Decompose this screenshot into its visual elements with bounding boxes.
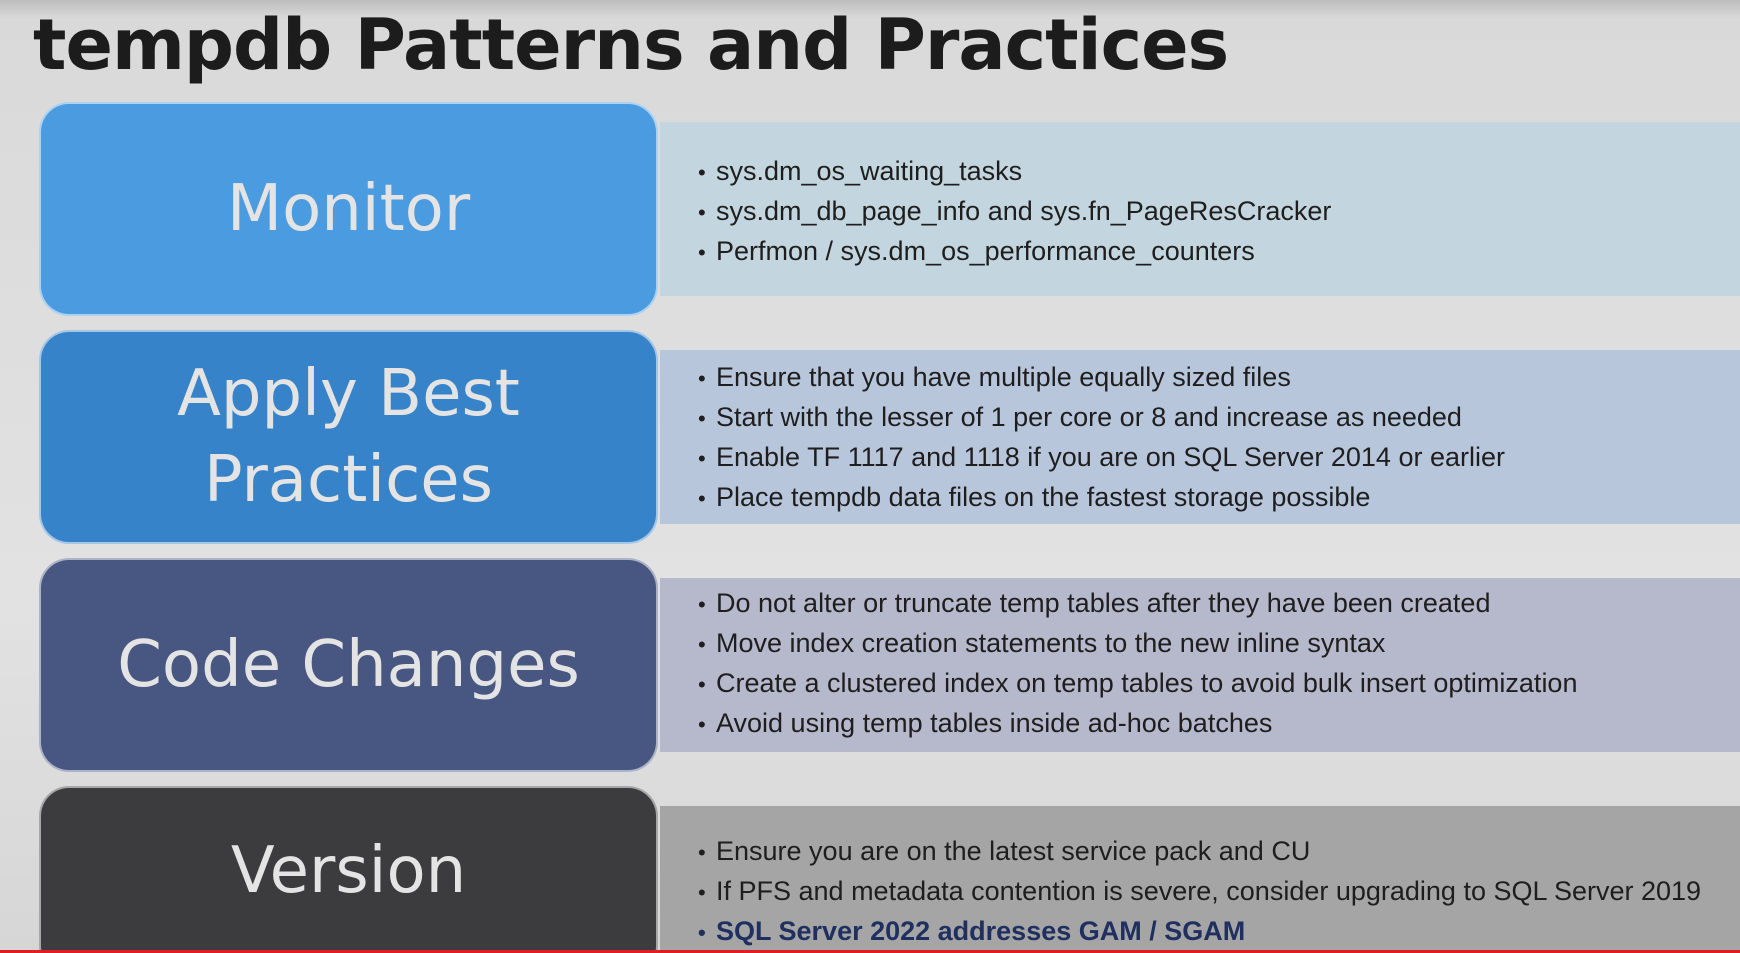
bullet-icon: • [698, 366, 706, 391]
bullet-icon: • [698, 880, 706, 905]
bullet-icon: • [698, 920, 706, 945]
best-practices-list: • Ensure that you have multiple equally s… [698, 358, 1505, 518]
best-practices-panel: • Ensure that you have multiple equally s… [660, 350, 1740, 524]
list-item: • Ensure that you have multiple equally s… [698, 358, 1505, 398]
list-item: • Move index creation statements to the n… [698, 624, 1577, 664]
list-item-highlight: • SQL Server 2022 addresses GAM / SGAM [698, 912, 1701, 952]
best-practices-label: Apply Best Practices [177, 357, 520, 517]
monitor-list: • sys.dm_os_waiting_tasks • sys.dm_db_page… [698, 152, 1331, 272]
code-changes-label: Code Changes [117, 628, 580, 702]
monitor-label: Monitor [226, 172, 471, 246]
bullet-icon: • [698, 486, 706, 511]
bullet-icon: • [698, 632, 706, 657]
version-box: Version [39, 786, 658, 953]
code-changes-box: Code Changes [39, 558, 658, 772]
list-item: • Avoid using temp tables inside ad-hoc b… [698, 704, 1577, 744]
bullet-icon: • [698, 160, 706, 185]
best-practices-box: Apply Best Practices [39, 330, 658, 544]
version-panel: • Ensure you are on the latest service pa… [660, 806, 1740, 953]
version-list: • Ensure you are on the latest service pa… [698, 832, 1701, 952]
page-title: tempdb Patterns and Practices [33, 4, 1229, 86]
code-changes-list: • Do not alter or truncate temp tables af… [698, 584, 1577, 744]
bullet-icon: • [698, 446, 706, 471]
bullet-icon: • [698, 240, 706, 265]
slide: tempdb Patterns and Practices • sys.dm_os… [0, 0, 1740, 953]
list-item: • sys.dm_os_waiting_tasks [698, 152, 1331, 192]
list-item: • Start with the lesser of 1 per core or … [698, 398, 1505, 438]
list-item: • Place tempdb data files on the fastest … [698, 478, 1505, 518]
bullet-icon: • [698, 200, 706, 225]
list-item: • Create a clustered index on temp tables… [698, 664, 1577, 704]
monitor-box: Monitor [39, 102, 658, 316]
bullet-icon: • [698, 712, 706, 737]
list-item: • Ensure you are on the latest service pa… [698, 832, 1701, 872]
bullet-icon: • [698, 672, 706, 697]
bullet-icon: • [698, 592, 706, 617]
bullet-icon: • [698, 406, 706, 431]
code-changes-panel: • Do not alter or truncate temp tables af… [660, 578, 1740, 752]
list-item: • Do not alter or truncate temp tables af… [698, 584, 1577, 624]
bullet-icon: • [698, 840, 706, 865]
version-label: Version [230, 834, 467, 908]
monitor-panel: • sys.dm_os_waiting_tasks • sys.dm_db_page… [660, 122, 1740, 296]
list-item: • If PFS and metadata contention is sever… [698, 872, 1701, 912]
list-item: • sys.dm_db_page_info and sys.fn_PageResC… [698, 192, 1331, 232]
list-item: • Enable TF 1117 and 1118 if you are on S… [698, 438, 1505, 478]
list-item: • Perfmon / sys.dm_os_performance_counter… [698, 232, 1331, 272]
